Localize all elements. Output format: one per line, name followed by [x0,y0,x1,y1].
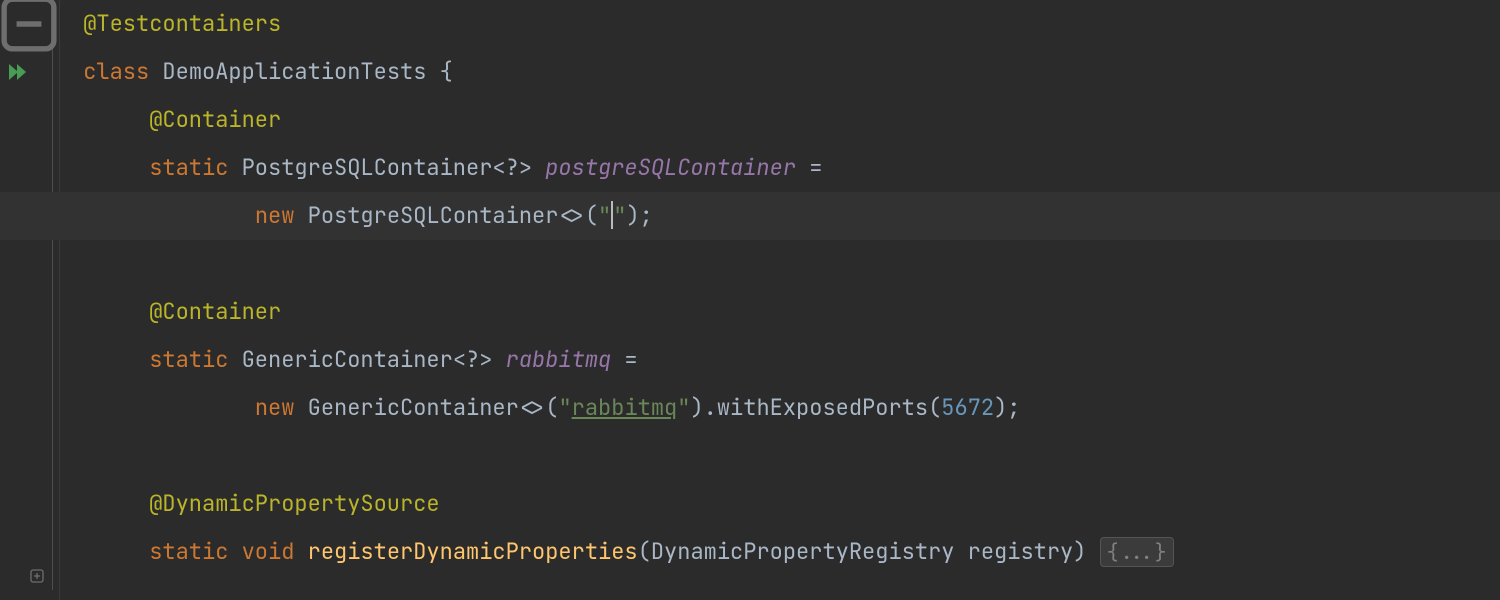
keyword-new: new [255,393,295,422]
type-name: PostgreSQLContainer [242,153,493,182]
code-line-blank[interactable] [70,432,1500,480]
string-quote: " [613,201,626,230]
folded-block[interactable]: {...} [1100,537,1174,567]
code-editor[interactable]: @Testcontainers class DemoApplicationTes… [60,0,1500,600]
code-line[interactable]: @Container [70,96,1500,144]
code-line[interactable]: static PostgreSQLContainer<?> postgreSQL… [70,144,1500,192]
paren: ); [994,393,1020,422]
code-line[interactable]: static GenericContainer<?> rabbitmq = [70,336,1500,384]
param-name: registry [968,537,1074,566]
field-name: postgreSQLContainer [545,153,796,182]
annotation: @Testcontainers [83,9,281,38]
code-line[interactable]: @DynamicPropertySource [70,480,1500,528]
code-line[interactable]: static void registerDynamicProperties(Dy… [70,528,1500,576]
annotation: @Container [149,297,281,326]
fold-plus-icon[interactable] [0,552,60,600]
eq: = [796,153,822,182]
brace: { [426,57,452,86]
string-quote: " [598,201,611,230]
generic: <?> [453,345,493,374]
run-test-icon[interactable] [0,48,60,96]
punct: ). [690,393,716,422]
string-literal: rabbitmq [572,393,678,422]
caret [611,201,613,229]
number-literal: 5672 [941,393,994,422]
method-call: withExposedPorts [717,393,928,422]
code-line-active[interactable]: new PostgreSQLContainer<>(""); [70,192,1500,240]
annotation: @DynamicPropertySource [149,489,439,518]
paren: ( [585,201,598,230]
paren: ( [545,393,558,422]
code-line-blank[interactable] [70,240,1500,288]
string-quote: " [677,393,690,422]
paren: ); [626,201,652,230]
code-line[interactable]: class DemoApplicationTests { [70,48,1500,96]
generic: <> [558,201,584,230]
generic: <?> [492,153,532,182]
param-type: DynamicPropertyRegistry [651,537,955,566]
field-name: rabbitmq [506,345,612,374]
code-line[interactable]: @Container [70,288,1500,336]
type-name: GenericContainer [308,393,519,422]
class-name: DemoApplicationTests [162,57,426,86]
paren: ( [638,537,651,566]
keyword-void: void [242,537,295,566]
generic: <> [519,393,545,422]
annotation: @Container [149,105,281,134]
string-quote: " [558,393,571,422]
eq: = [611,345,637,374]
code-line[interactable]: @Testcontainers [70,0,1500,48]
method-name: registerDynamicProperties [308,537,638,566]
keyword-new: new [255,201,295,230]
editor-gutter [0,0,60,600]
paren: ( [928,393,941,422]
type-name: GenericContainer [242,345,453,374]
keyword-class: class [83,57,149,86]
code-line[interactable]: new GenericContainer<>("rabbitmq").withE… [70,384,1500,432]
type-name: PostgreSQLContainer [308,201,559,230]
fold-minus-icon[interactable] [0,0,60,48]
keyword-static: static [149,153,228,182]
paren: ) [1073,537,1099,566]
keyword-static: static [149,537,228,566]
keyword-static: static [149,345,228,374]
